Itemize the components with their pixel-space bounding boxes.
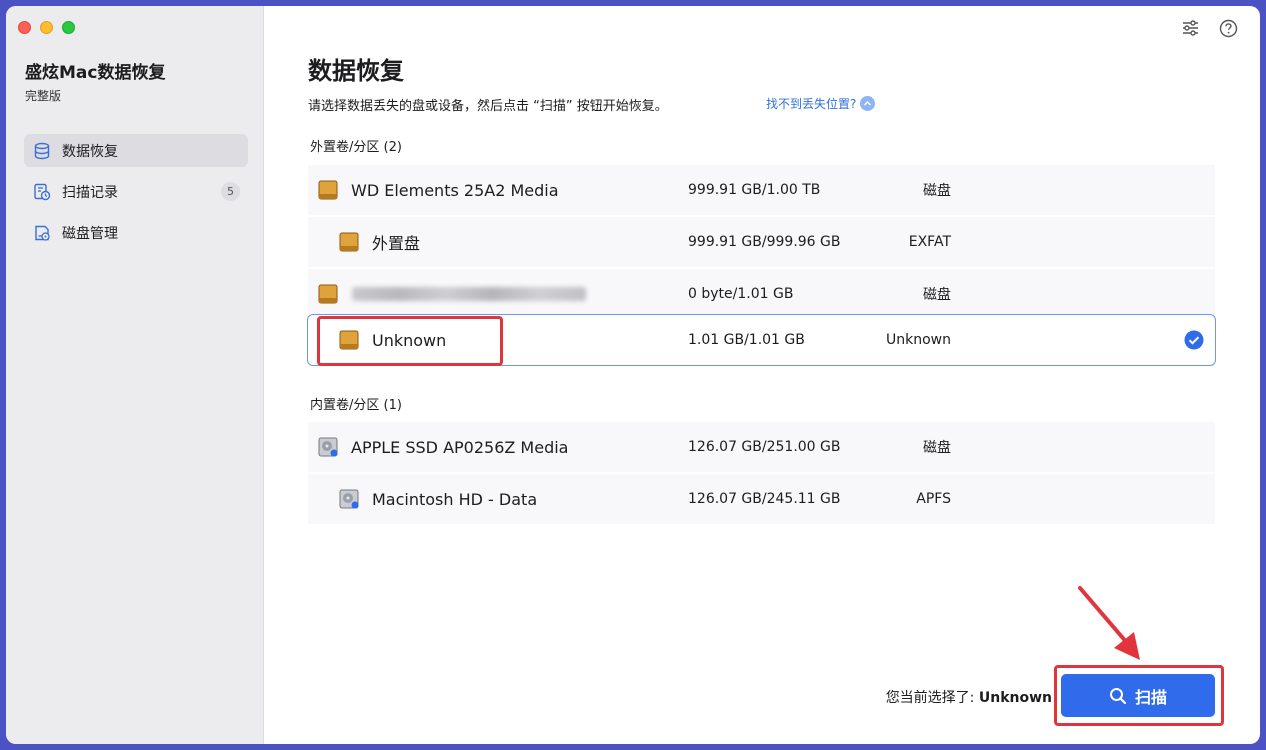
device-row-external-disk[interactable]: 外置盘 999.91 GB/999.96 GB EXFAT	[308, 217, 1215, 267]
sidebar: 盛炫Mac数据恢复 完整版 数据恢复 扫描记录 5 磁盘管理	[6, 6, 264, 744]
database-icon	[32, 141, 52, 161]
internal-drive-icon	[339, 489, 359, 509]
device-size: 0 byte/1.01 GB	[688, 286, 794, 302]
app-name: 盛炫Mac数据恢复	[25, 63, 166, 83]
device-type: 磁盘	[923, 440, 951, 456]
device-name: WD Elements 25A2 Media	[317, 179, 559, 201]
device-row-wd-elements[interactable]: WD Elements 25A2 Media 999.91 GB/1.00 TB…	[308, 165, 1215, 215]
external-section-label: 外置卷/分区 (2)	[310, 140, 402, 155]
device-type: APFS	[916, 491, 951, 507]
app-window: 盛炫Mac数据恢复 完整版 数据恢复 扫描记录 5 磁盘管理 数据恢复 请选择数…	[6, 6, 1260, 744]
window-controls	[18, 21, 75, 34]
blurred-device-name	[352, 287, 586, 301]
device-row-apple-ssd[interactable]: APPLE SSD AP0256Z Media 126.07 GB/251.00…	[308, 422, 1215, 472]
internal-drive-icon	[318, 437, 338, 457]
toolbar	[1180, 18, 1238, 38]
unknown-highlight-box	[317, 316, 503, 366]
device-name: 外置盘	[338, 230, 420, 254]
sidebar-item-label: 数据恢复	[62, 143, 118, 160]
device-size: 126.07 GB/251.00 GB	[688, 439, 841, 455]
app-edition: 完整版	[25, 89, 62, 103]
help-link-label: 找不到丢失位置?	[766, 97, 857, 111]
device-size: 999.91 GB/999.96 GB	[688, 234, 841, 250]
scan-history-count-badge: 5	[221, 182, 240, 201]
internal-section-label: 内置卷/分区 (1)	[310, 398, 402, 413]
search-icon	[1109, 687, 1127, 704]
device-row-macintosh-hd[interactable]: Macintosh HD - Data 126.07 GB/245.11 GB …	[308, 474, 1215, 524]
device-size: 1.01 GB/1.01 GB	[688, 332, 805, 348]
checkmark-icon	[1184, 330, 1204, 350]
sidebar-item-scan-history[interactable]: 扫描记录 5	[24, 175, 248, 208]
close-window-button[interactable]	[18, 21, 31, 34]
page-subtitle: 请选择数据丢失的盘或设备，然后点击 “扫描” 按钮开始恢复。	[308, 99, 668, 114]
minimize-window-button[interactable]	[40, 21, 53, 34]
settings-sliders-icon[interactable]	[1180, 18, 1200, 38]
device-row-blurred-device[interactable]: 0 byte/1.01 GB 磁盘	[308, 269, 1215, 319]
device-size: 999.91 GB/1.00 TB	[688, 182, 821, 198]
sidebar-item-label: 磁盘管理	[62, 225, 118, 242]
device-type: 磁盘	[923, 287, 951, 303]
sidebar-nav: 数据恢复 扫描记录 5 磁盘管理	[24, 134, 248, 257]
device-type: 磁盘	[923, 183, 951, 199]
external-drive-icon	[318, 284, 338, 304]
red-arrow-annotation	[1078, 586, 1140, 660]
device-name: APPLE SSD AP0256Z Media	[317, 436, 568, 458]
sidebar-item-label: 扫描记录	[62, 184, 118, 201]
device-size: 126.07 GB/245.11 GB	[688, 491, 841, 507]
device-name: Macintosh HD - Data	[338, 488, 537, 510]
external-drive-icon	[339, 232, 359, 252]
cannot-find-location-link[interactable]: 找不到丢失位置?	[766, 95, 876, 112]
sidebar-item-disk-management[interactable]: 磁盘管理	[24, 216, 248, 249]
device-name	[317, 283, 351, 305]
maximize-window-button[interactable]	[62, 21, 75, 34]
chevron-up-icon	[860, 96, 876, 111]
selection-status: 您当前选择了: Unknown	[885, 690, 1052, 706]
external-drive-icon	[318, 180, 338, 200]
scan-button[interactable]: 扫描	[1061, 674, 1215, 717]
selected-device-name: Unknown	[978, 690, 1052, 706]
main-panel: 数据恢复 请选择数据丢失的盘或设备，然后点击 “扫描” 按钮开始恢复。 找不到丢…	[264, 6, 1260, 744]
sidebar-item-data-recovery[interactable]: 数据恢复	[24, 134, 248, 167]
help-icon[interactable]	[1218, 18, 1238, 38]
page-title: 数据恢复	[308, 57, 404, 85]
disk-manage-icon	[32, 223, 52, 243]
device-type: Unknown	[886, 332, 951, 348]
history-icon	[32, 182, 52, 202]
device-type: EXFAT	[908, 234, 951, 250]
